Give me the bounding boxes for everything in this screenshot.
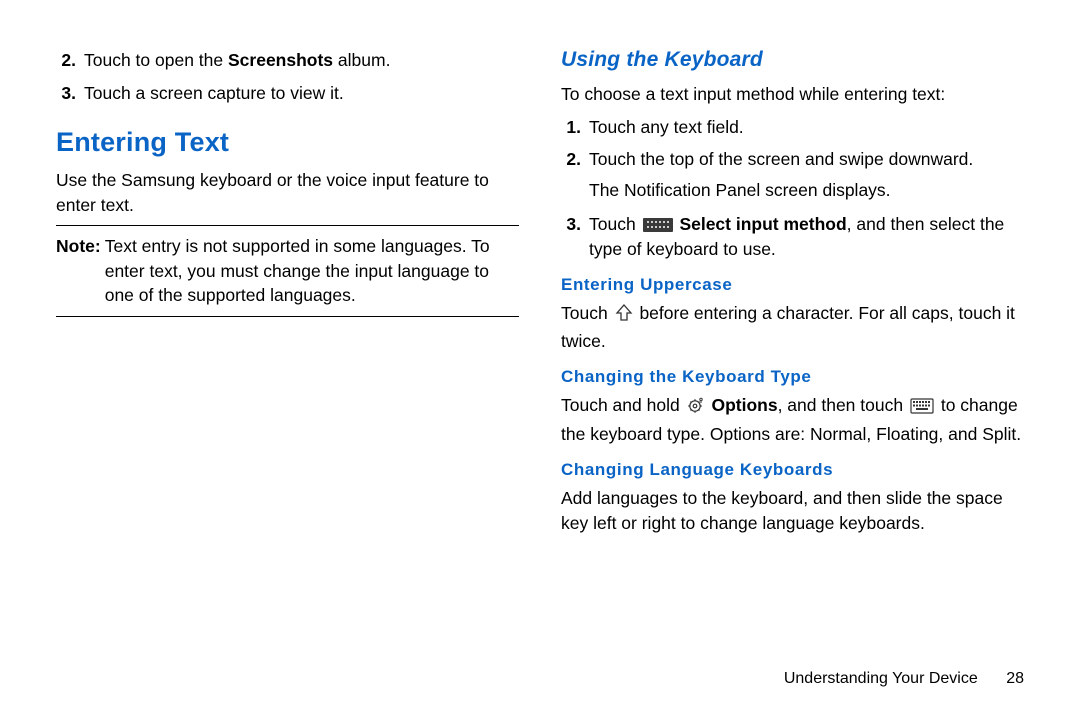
text: album.	[333, 50, 390, 70]
list-number: 1.	[561, 115, 589, 140]
list-body: Touch to open the Screenshots album.	[84, 48, 519, 73]
list-item: 3. Touch Select input method, and then s…	[561, 212, 1024, 261]
text: Touch	[589, 214, 641, 234]
list-number: 2.	[561, 147, 589, 202]
heading-using-keyboard: Using the Keyboard	[561, 48, 1024, 72]
footer-chapter: Understanding Your Device	[784, 670, 978, 687]
list-item: 3. Touch a screen capture to view it.	[56, 81, 519, 106]
text: Touch and hold	[561, 395, 685, 415]
shift-icon	[615, 304, 633, 329]
list-body: Touch any text field.	[589, 115, 1024, 140]
intro-paragraph: Use the Samsung keyboard or the voice in…	[56, 168, 519, 217]
bold-text: Options	[711, 395, 777, 415]
intro-paragraph: To choose a text input method while ente…	[561, 82, 1024, 107]
text: , and then touch	[778, 395, 908, 415]
text: Touch the top of the screen and swipe do…	[589, 147, 1024, 172]
divider	[56, 225, 519, 226]
divider	[56, 316, 519, 317]
paragraph: Touch and hold Options, and then touch t…	[561, 393, 1024, 446]
heading-entering-uppercase: Entering Uppercase	[561, 275, 1024, 295]
bold-text: Screenshots	[228, 50, 333, 70]
list-number: 3.	[561, 212, 589, 261]
keyboard-outline-icon	[910, 397, 934, 422]
text: Touch to open the	[84, 50, 228, 70]
list-body: Touch Select input method, and then sele…	[589, 212, 1024, 261]
note-block: Note: Text entry is not supported in som…	[56, 234, 519, 308]
keyboard-icon	[643, 218, 673, 232]
text: Touch a screen capture to view it.	[84, 83, 344, 103]
heading-changing-language-keyboards: Changing Language Keyboards	[561, 460, 1024, 480]
paragraph: Add languages to the keyboard, and then …	[561, 486, 1024, 535]
paragraph: Touch before entering a character. For a…	[561, 301, 1024, 353]
bold-text: Select input method	[679, 214, 846, 234]
right-column: Using the Keyboard To choose a text inpu…	[561, 48, 1024, 543]
page-root: 2. Touch to open the Screenshots album. …	[0, 0, 1080, 603]
list-number: 2.	[56, 48, 84, 73]
page-footer: Understanding Your Device 28	[784, 670, 1024, 688]
heading-changing-keyboard-type: Changing the Keyboard Type	[561, 367, 1024, 387]
list-item: 2. Touch the top of the screen and swipe…	[561, 147, 1024, 202]
left-column: 2. Touch to open the Screenshots album. …	[56, 48, 519, 543]
list-number: 3.	[56, 81, 84, 106]
text: Touch	[561, 303, 613, 323]
text: The Notification Panel screen displays.	[589, 178, 1024, 203]
list-item: 1. Touch any text field.	[561, 115, 1024, 140]
list-body: Touch the top of the screen and swipe do…	[589, 147, 1024, 202]
footer-page-number: 28	[1006, 670, 1024, 687]
list-item: 2. Touch to open the Screenshots album.	[56, 48, 519, 73]
list-body: Touch a screen capture to view it.	[84, 81, 519, 106]
heading-entering-text: Entering Text	[56, 127, 519, 158]
gear-icon	[687, 396, 705, 421]
note-body: Text entry is not supported in some lang…	[105, 234, 519, 308]
note-label: Note:	[56, 234, 105, 308]
